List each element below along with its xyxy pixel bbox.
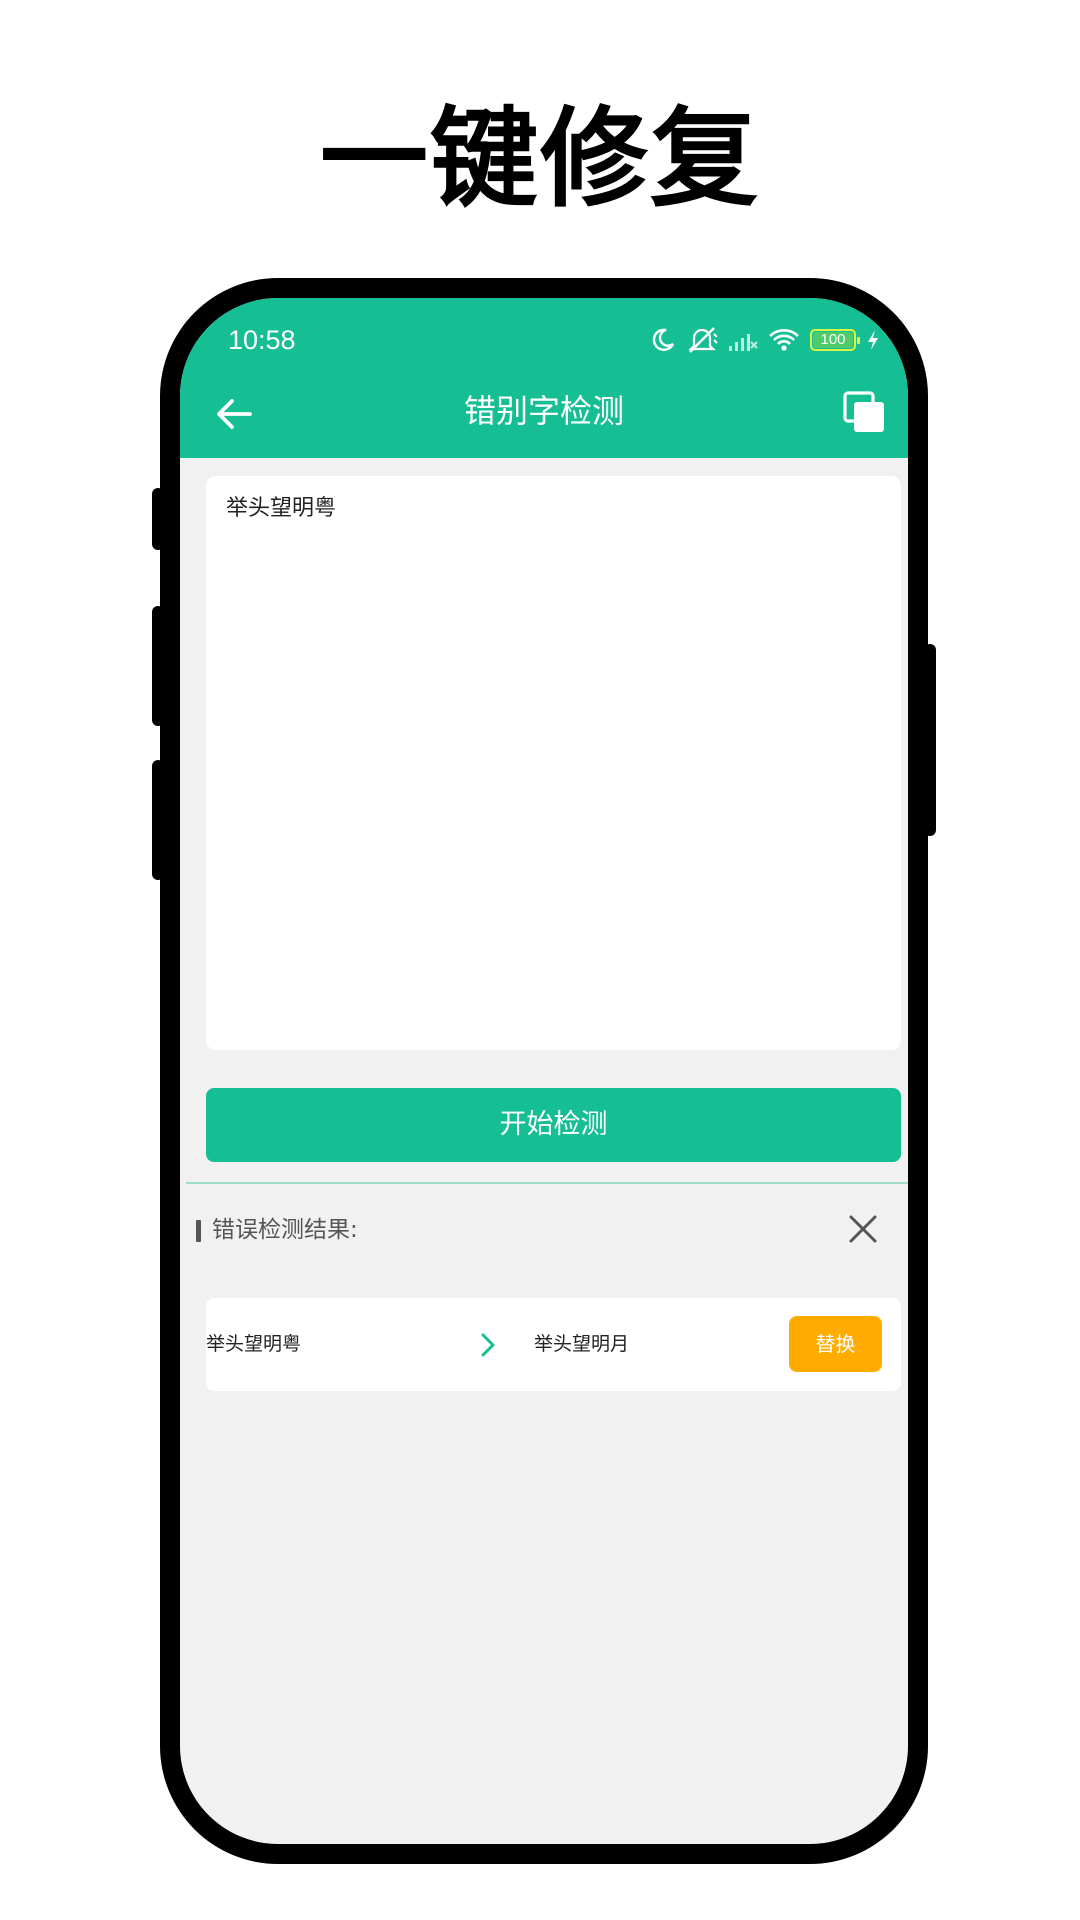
original-text: 举头望明粤 — [206, 1333, 302, 1355]
result-item: 举头望明粤 举头望明月 替换 — [206, 1298, 901, 1391]
replace-button[interactable]: 替换 — [789, 1316, 882, 1372]
phone-side-button-1 — [152, 488, 164, 550]
page-title: 错别字检测 — [463, 392, 624, 430]
divider — [186, 1182, 908, 1184]
status-icons: 100 — [650, 322, 880, 358]
moon-icon — [652, 328, 675, 351]
charging-icon — [868, 330, 878, 350]
signal-icon — [729, 334, 758, 351]
phone-side-button-3 — [152, 760, 164, 880]
text-input-area[interactable]: 举头望明粤 — [206, 476, 901, 1050]
battery-icon: 100 — [810, 329, 860, 351]
input-text: 举头望明粤 — [226, 496, 337, 521]
copy-icon[interactable] — [842, 390, 888, 436]
result-section-title: 错误检测结果: — [212, 1217, 358, 1243]
corrected-text: 举头望明月 — [534, 1333, 630, 1355]
chevron-right-icon — [481, 1333, 495, 1357]
status-time: 10:58 — [228, 325, 296, 355]
phone-side-button-2 — [152, 606, 164, 726]
promo-headline: 一键修复 — [319, 97, 760, 222]
close-icon[interactable] — [846, 1212, 880, 1246]
app-bar: 10:58 100 错别字检测 — [180, 298, 908, 458]
result-section-marker — [196, 1220, 201, 1242]
wifi-icon — [769, 329, 799, 351]
phone-power-button — [924, 644, 936, 836]
mute-icon — [688, 327, 718, 353]
battery-level: 100 — [820, 331, 846, 348]
phone-screen: 10:58 100 错别字检测 举头望明粤 开始检测 错误检测结果: 举头望明粤… — [180, 298, 908, 1844]
start-detect-button[interactable]: 开始检测 — [206, 1088, 901, 1162]
